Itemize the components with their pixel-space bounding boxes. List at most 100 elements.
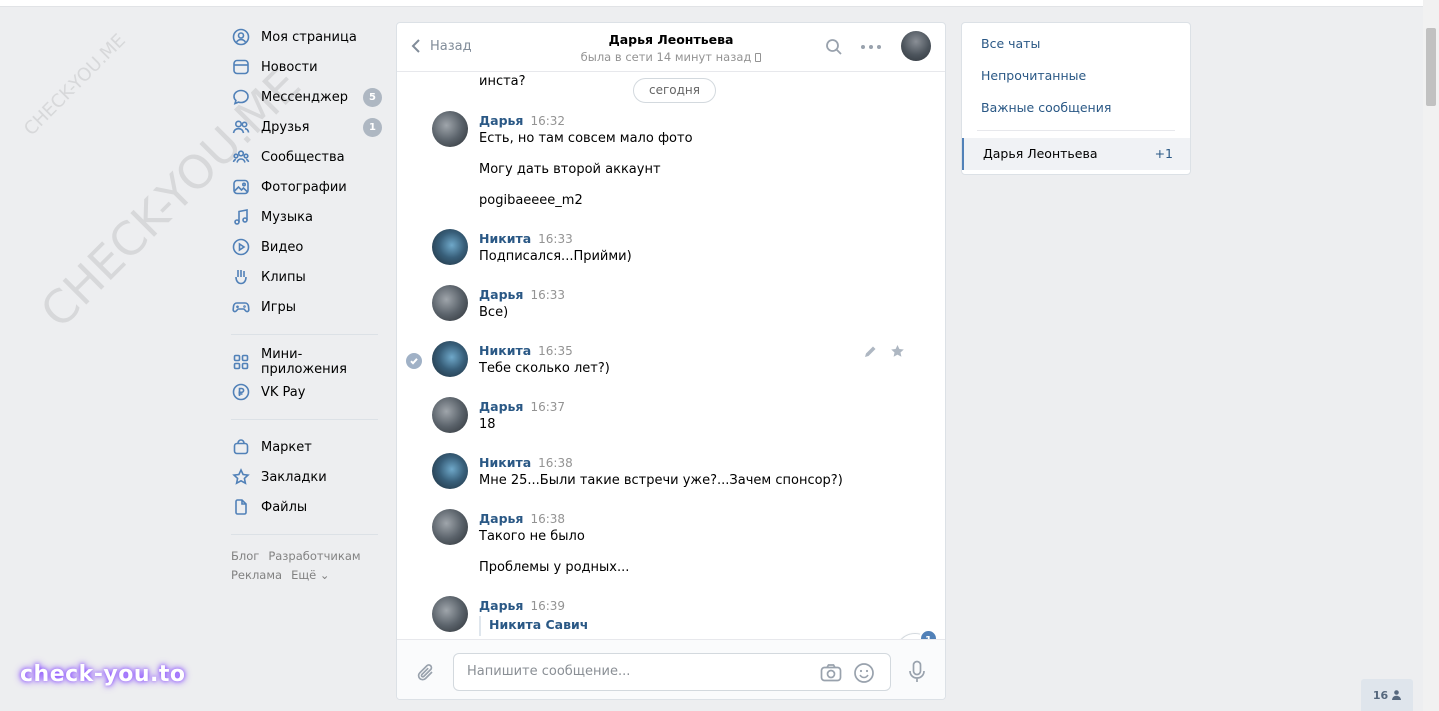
scrollbar-thumb[interactable] [1426,28,1436,106]
clips-icon [232,268,250,286]
nav-item-games[interactable]: Игры [226,292,386,322]
forwarded-message-author[interactable]: Никита Савич [479,616,588,636]
photo-icon [232,178,250,196]
file-icon [232,498,250,516]
top-bar [0,0,1423,7]
avatar[interactable] [432,341,468,377]
play-circle-icon [232,238,250,256]
message-text: Есть, но там совсем мало фото [479,131,693,146]
camera-icon[interactable] [820,663,842,683]
message-author[interactable]: Дарья [479,511,523,526]
selected-check-icon[interactable] [406,353,422,369]
microphone-icon[interactable] [908,660,926,684]
online-count: 16 [1372,688,1389,702]
nav-footer: Блог Разработчикам Реклама Ещё ⌄ [226,547,386,585]
paperclip-icon[interactable] [416,662,436,684]
message-author[interactable]: Дарья [479,399,523,414]
message-text: pogibaeeee_m2 [479,193,583,208]
message-text: Все) [479,305,509,320]
avatar[interactable] [432,509,468,545]
watermark-small: CHECK-YOU.ME [20,30,130,140]
edit-pencil-icon[interactable] [863,345,877,359]
newspaper-icon [232,58,250,76]
nav-item-friends[interactable]: Друзья 1 [226,112,386,142]
search-icon[interactable] [825,38,843,56]
message-text: инста? [479,74,526,89]
nav-item-messenger[interactable]: Мессенджер 5 [226,82,386,112]
star-icon[interactable] [890,344,905,359]
message-time: 16:38 [538,456,573,470]
message-author[interactable]: Дарья [479,598,523,613]
nav-item-music[interactable]: Музыка [226,202,386,232]
avatar[interactable] [432,229,468,265]
message-time: 16:37 [530,400,566,414]
messenger-badge: 5 [363,87,382,107]
message-author[interactable]: Никита [479,455,531,470]
groups-icon [232,148,250,166]
date-separator: сегодня [633,78,716,103]
message-text: Могу дать второй аккаунт [479,162,661,177]
apps-grid-icon [232,353,250,371]
nav-item-market[interactable]: Маркет [226,432,386,462]
nav-divider [231,334,378,335]
star-icon [232,468,250,486]
active-chat-name: Дарья Леонтьева [983,146,1098,161]
filter-unread[interactable]: Непрочитанные [962,60,1190,92]
more-options-icon[interactable] [861,38,881,56]
nav-item-communities[interactable]: Сообщества [226,142,386,172]
nav-item-vk-pay[interactable]: VK Pay [226,377,386,407]
music-note-icon [232,208,250,226]
message-time: 16:32 [530,114,566,128]
nav-label: Клипы [261,269,306,285]
nav-label: Игры [261,299,297,315]
avatar[interactable] [432,453,468,489]
chat-window: Назад Дарья Леонтьева была в сети 14 мин… [396,22,946,700]
nav-item-mini-apps[interactable]: Мини-приложения [226,347,386,377]
nav-item-photos[interactable]: Фотографии [226,172,386,202]
emoji-smile-icon[interactable] [853,662,875,684]
filter-important[interactable]: Важные сообщения [962,92,1190,124]
nav-item-video[interactable]: Видео [226,232,386,262]
footer-link-blog[interactable]: Блог [231,549,259,563]
nav-label: Мини-приложения [261,347,347,377]
message-author[interactable]: Никита [479,231,531,246]
page-scrollbar[interactable] [1423,0,1439,711]
message-author[interactable]: Дарья [479,287,523,302]
message-input-box[interactable] [453,653,891,691]
footer-link-ads[interactable]: Реклама [231,568,282,582]
message-text: Тебе сколько лет?) [479,361,610,376]
nav-divider [231,419,378,420]
avatar[interactable] [432,285,468,321]
message-time: 16:39 [530,599,566,613]
avatar[interactable] [432,596,468,632]
active-chat-item[interactable]: Дарья Леонтьева +1 [962,138,1190,170]
chat-filters-panel: Все чаты Непрочитанные Важные сообщения … [961,22,1191,175]
online-users-badge[interactable]: 16 [1361,679,1413,711]
status-text: была в сети 14 минут назад [580,50,752,64]
message-text: Мне 25...Были такие встречи уже?...Зачем… [479,473,843,488]
chat-partner-avatar[interactable] [901,31,931,61]
nav-label: Друзья [261,119,310,135]
nav-item-bookmarks[interactable]: Закладки [226,462,386,492]
message-text: Подписался...Прийми) [479,249,632,264]
nav-label: Мессенджер [261,89,348,105]
person-icon [1392,690,1402,700]
avatar[interactable] [432,397,468,433]
message-author[interactable]: Дарья [479,113,523,128]
message-author[interactable]: Никита [479,343,531,358]
footer-link-developers[interactable]: Разработчикам [268,549,360,563]
active-chat-count: +1 [1154,146,1173,161]
avatar[interactable] [432,111,468,147]
footer-link-more[interactable]: Ещё ⌄ [291,568,329,582]
brand-watermark: check-you.to [20,662,186,687]
left-navigation: Моя страница Новости Мессенджер 5 Друзья… [226,22,386,585]
nav-divider [231,534,378,535]
filter-all-chats[interactable]: Все чаты [962,28,1190,60]
nav-item-news[interactable]: Новости [226,52,386,82]
nav-item-clips[interactable]: Клипы [226,262,386,292]
nav-item-my-page[interactable]: Моя страница [226,22,386,52]
nav-item-files[interactable]: Файлы [226,492,386,522]
message-history[interactable]: инста? сегодня Дарья 16:32 Есть, но там с… [397,73,945,639]
message-input[interactable] [467,664,807,679]
unread-count-badge: 1 [919,629,938,639]
